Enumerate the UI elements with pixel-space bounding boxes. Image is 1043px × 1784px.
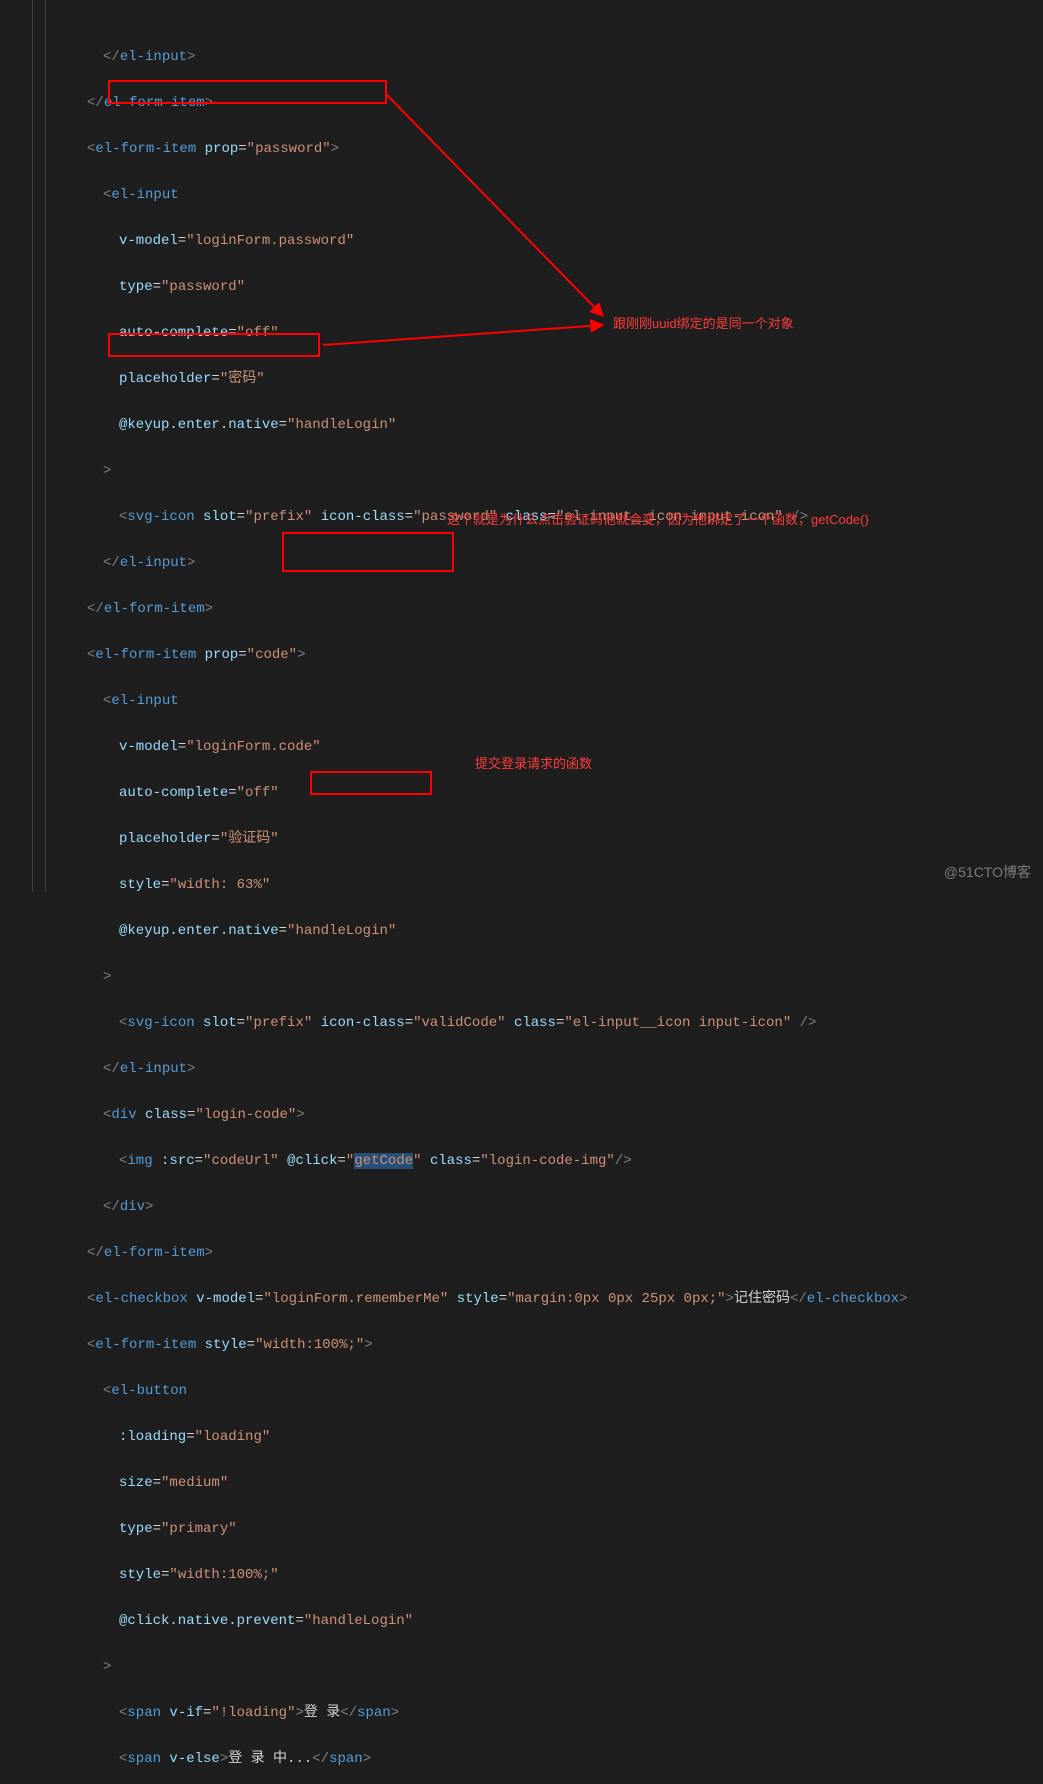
code-line[interactable]: :loading="loading" xyxy=(55,1426,1043,1449)
code-line[interactable]: size="medium" xyxy=(55,1472,1043,1495)
code-line[interactable]: > xyxy=(55,966,1043,989)
annotation-uuid: 跟刚刚uuid绑定的是同一个对象 xyxy=(613,312,794,335)
code-line[interactable]: <el-form-item style="width:100%;"> xyxy=(55,1334,1043,1357)
code-line[interactable]: </el-form-item> xyxy=(55,598,1043,621)
code-line[interactable]: > xyxy=(55,1656,1043,1679)
gutter xyxy=(0,0,55,892)
code-line[interactable]: <img :src="codeUrl" @click="getCode" cla… xyxy=(55,1150,1043,1173)
code-line[interactable]: <span v-if="!loading">登 录</span> xyxy=(55,1702,1043,1725)
code-line[interactable]: </el-form-item> xyxy=(55,92,1043,115)
code-line[interactable]: <div class="login-code"> xyxy=(55,1104,1043,1127)
code-line[interactable]: placeholder="验证码" xyxy=(55,828,1043,851)
code-line[interactable]: <el-input xyxy=(55,184,1043,207)
code-line[interactable]: <el-button xyxy=(55,1380,1043,1403)
code-editor[interactable]: </el-input> </el-form-item> <el-form-ite… xyxy=(0,0,1043,892)
code-line[interactable]: auto-complete="off" xyxy=(55,782,1043,805)
code-line[interactable]: <el-form-item prop="password"> xyxy=(55,138,1043,161)
code-line[interactable]: @keyup.enter.native="handleLogin" xyxy=(55,920,1043,943)
code-line[interactable]: <el-form-item prop="code"> xyxy=(55,644,1043,667)
code-line[interactable]: <el-checkbox v-model="loginForm.remember… xyxy=(55,1288,1043,1311)
code-line[interactable]: </el-form-item> xyxy=(55,1242,1043,1265)
code-line[interactable]: v-model="loginForm.password" xyxy=(55,230,1043,253)
annotation-getcode: 这个就是为什么点击验证码他就会变，因为他绑定了一个函数，getCode() xyxy=(447,508,869,531)
watermark: @51CTO博客 xyxy=(944,861,1031,884)
code-line[interactable]: <span v-else>登 录 中...</span> xyxy=(55,1748,1043,1771)
code-line[interactable]: </el-input> xyxy=(55,552,1043,575)
code-line[interactable]: placeholder="密码" xyxy=(55,368,1043,391)
code-line[interactable]: type="primary" xyxy=(55,1518,1043,1541)
code-line[interactable]: </el-input> xyxy=(55,46,1043,69)
code-line[interactable]: </div> xyxy=(55,1196,1043,1219)
code-line[interactable]: @keyup.enter.native="handleLogin" xyxy=(55,414,1043,437)
code-line[interactable]: > xyxy=(55,460,1043,483)
code-line[interactable]: <el-input xyxy=(55,690,1043,713)
code-line[interactable]: type="password" xyxy=(55,276,1043,299)
code-line[interactable]: style="width:100%;" xyxy=(55,1564,1043,1587)
annotation-handlelogin: 提交登录请求的函数 xyxy=(475,752,592,775)
code-line[interactable]: style="width: 63%" xyxy=(55,874,1043,897)
code-area[interactable]: </el-input> </el-form-item> <el-form-ite… xyxy=(55,0,1043,892)
code-line[interactable]: auto-complete="off" xyxy=(55,322,1043,345)
code-line[interactable]: <svg-icon slot="prefix" icon-class="vali… xyxy=(55,1012,1043,1035)
code-line[interactable]: @click.native.prevent="handleLogin" xyxy=(55,1610,1043,1633)
code-line[interactable]: </el-input> xyxy=(55,1058,1043,1081)
